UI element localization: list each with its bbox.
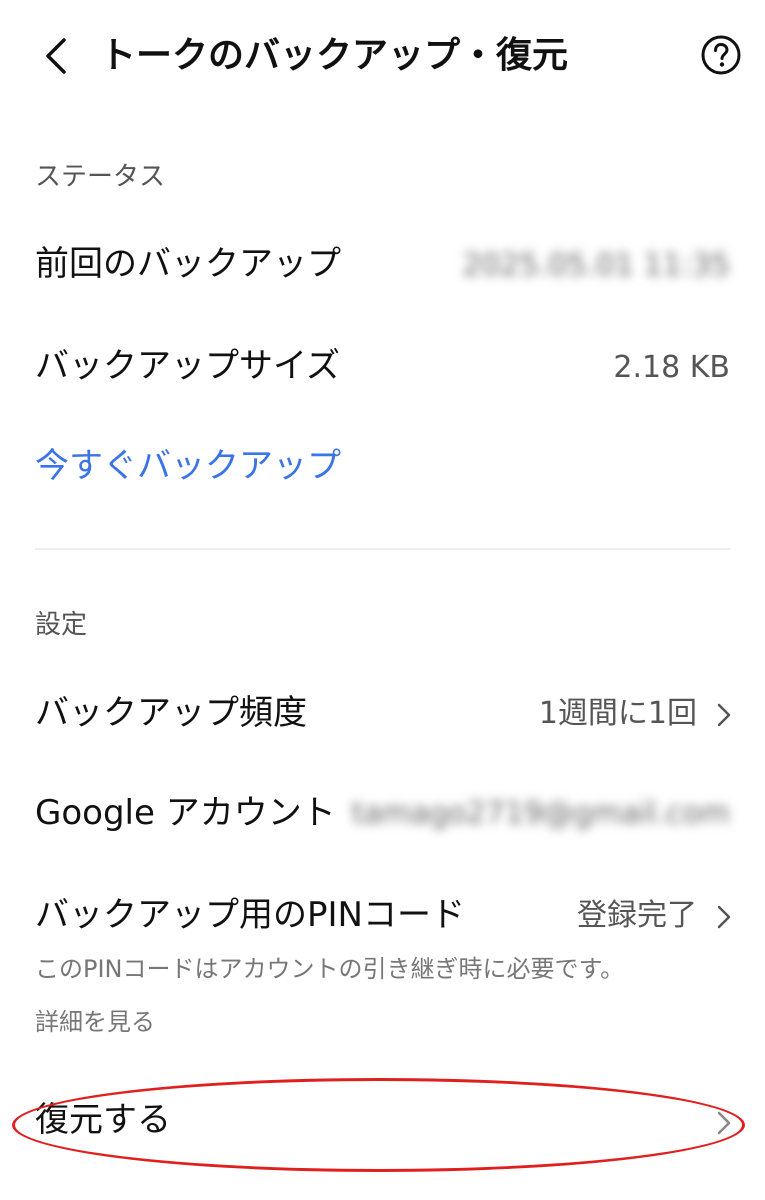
pin-code-status: 登録完了 <box>577 898 697 933</box>
google-account-value: tamago2719@gmail.com <box>351 796 730 831</box>
chevron-left-icon <box>46 38 66 74</box>
pin-code-row[interactable]: バックアップ用のPINコード 登録完了 <box>0 882 765 952</box>
section-label-status: ステータス <box>35 162 166 192</box>
backup-frequency-row[interactable]: バックアップ頻度 1週間に1回 <box>0 680 765 750</box>
backup-now-link[interactable]: 今すぐバックアップ <box>35 443 341 489</box>
backup-frequency-value: 1週間に1回 <box>538 696 697 731</box>
page-title: トークのバックアップ・復元 <box>100 35 569 76</box>
backup-size-label: バックアップサイズ <box>35 346 340 386</box>
chevron-right-icon <box>717 703 731 727</box>
last-backup-label: 前回のバックアップ <box>35 244 341 284</box>
backup-size-value: 2.18 KB <box>613 350 730 385</box>
back-button[interactable] <box>38 34 78 78</box>
chevron-right-icon <box>717 905 731 929</box>
help-circle-icon <box>701 35 741 75</box>
section-label-settings: 設定 <box>35 610 88 640</box>
google-account-row[interactable]: Google アカウント tamago2719@gmail.com <box>0 780 765 850</box>
section-divider <box>35 548 731 550</box>
pin-code-note: このPINコードはアカウントの引き継ぎ時に必要です。 <box>35 955 625 983</box>
pin-code-label: バックアップ用のPINコード <box>35 895 465 935</box>
details-link[interactable]: 詳細を見る <box>35 1005 155 1039</box>
google-account-label: Google アカウント <box>35 793 336 833</box>
highlight-oval <box>12 1078 745 1172</box>
help-button[interactable] <box>700 34 742 76</box>
last-backup-value: 2025.05.01 11:35 <box>462 248 730 283</box>
backup-frequency-label: バックアップ頻度 <box>35 693 307 733</box>
